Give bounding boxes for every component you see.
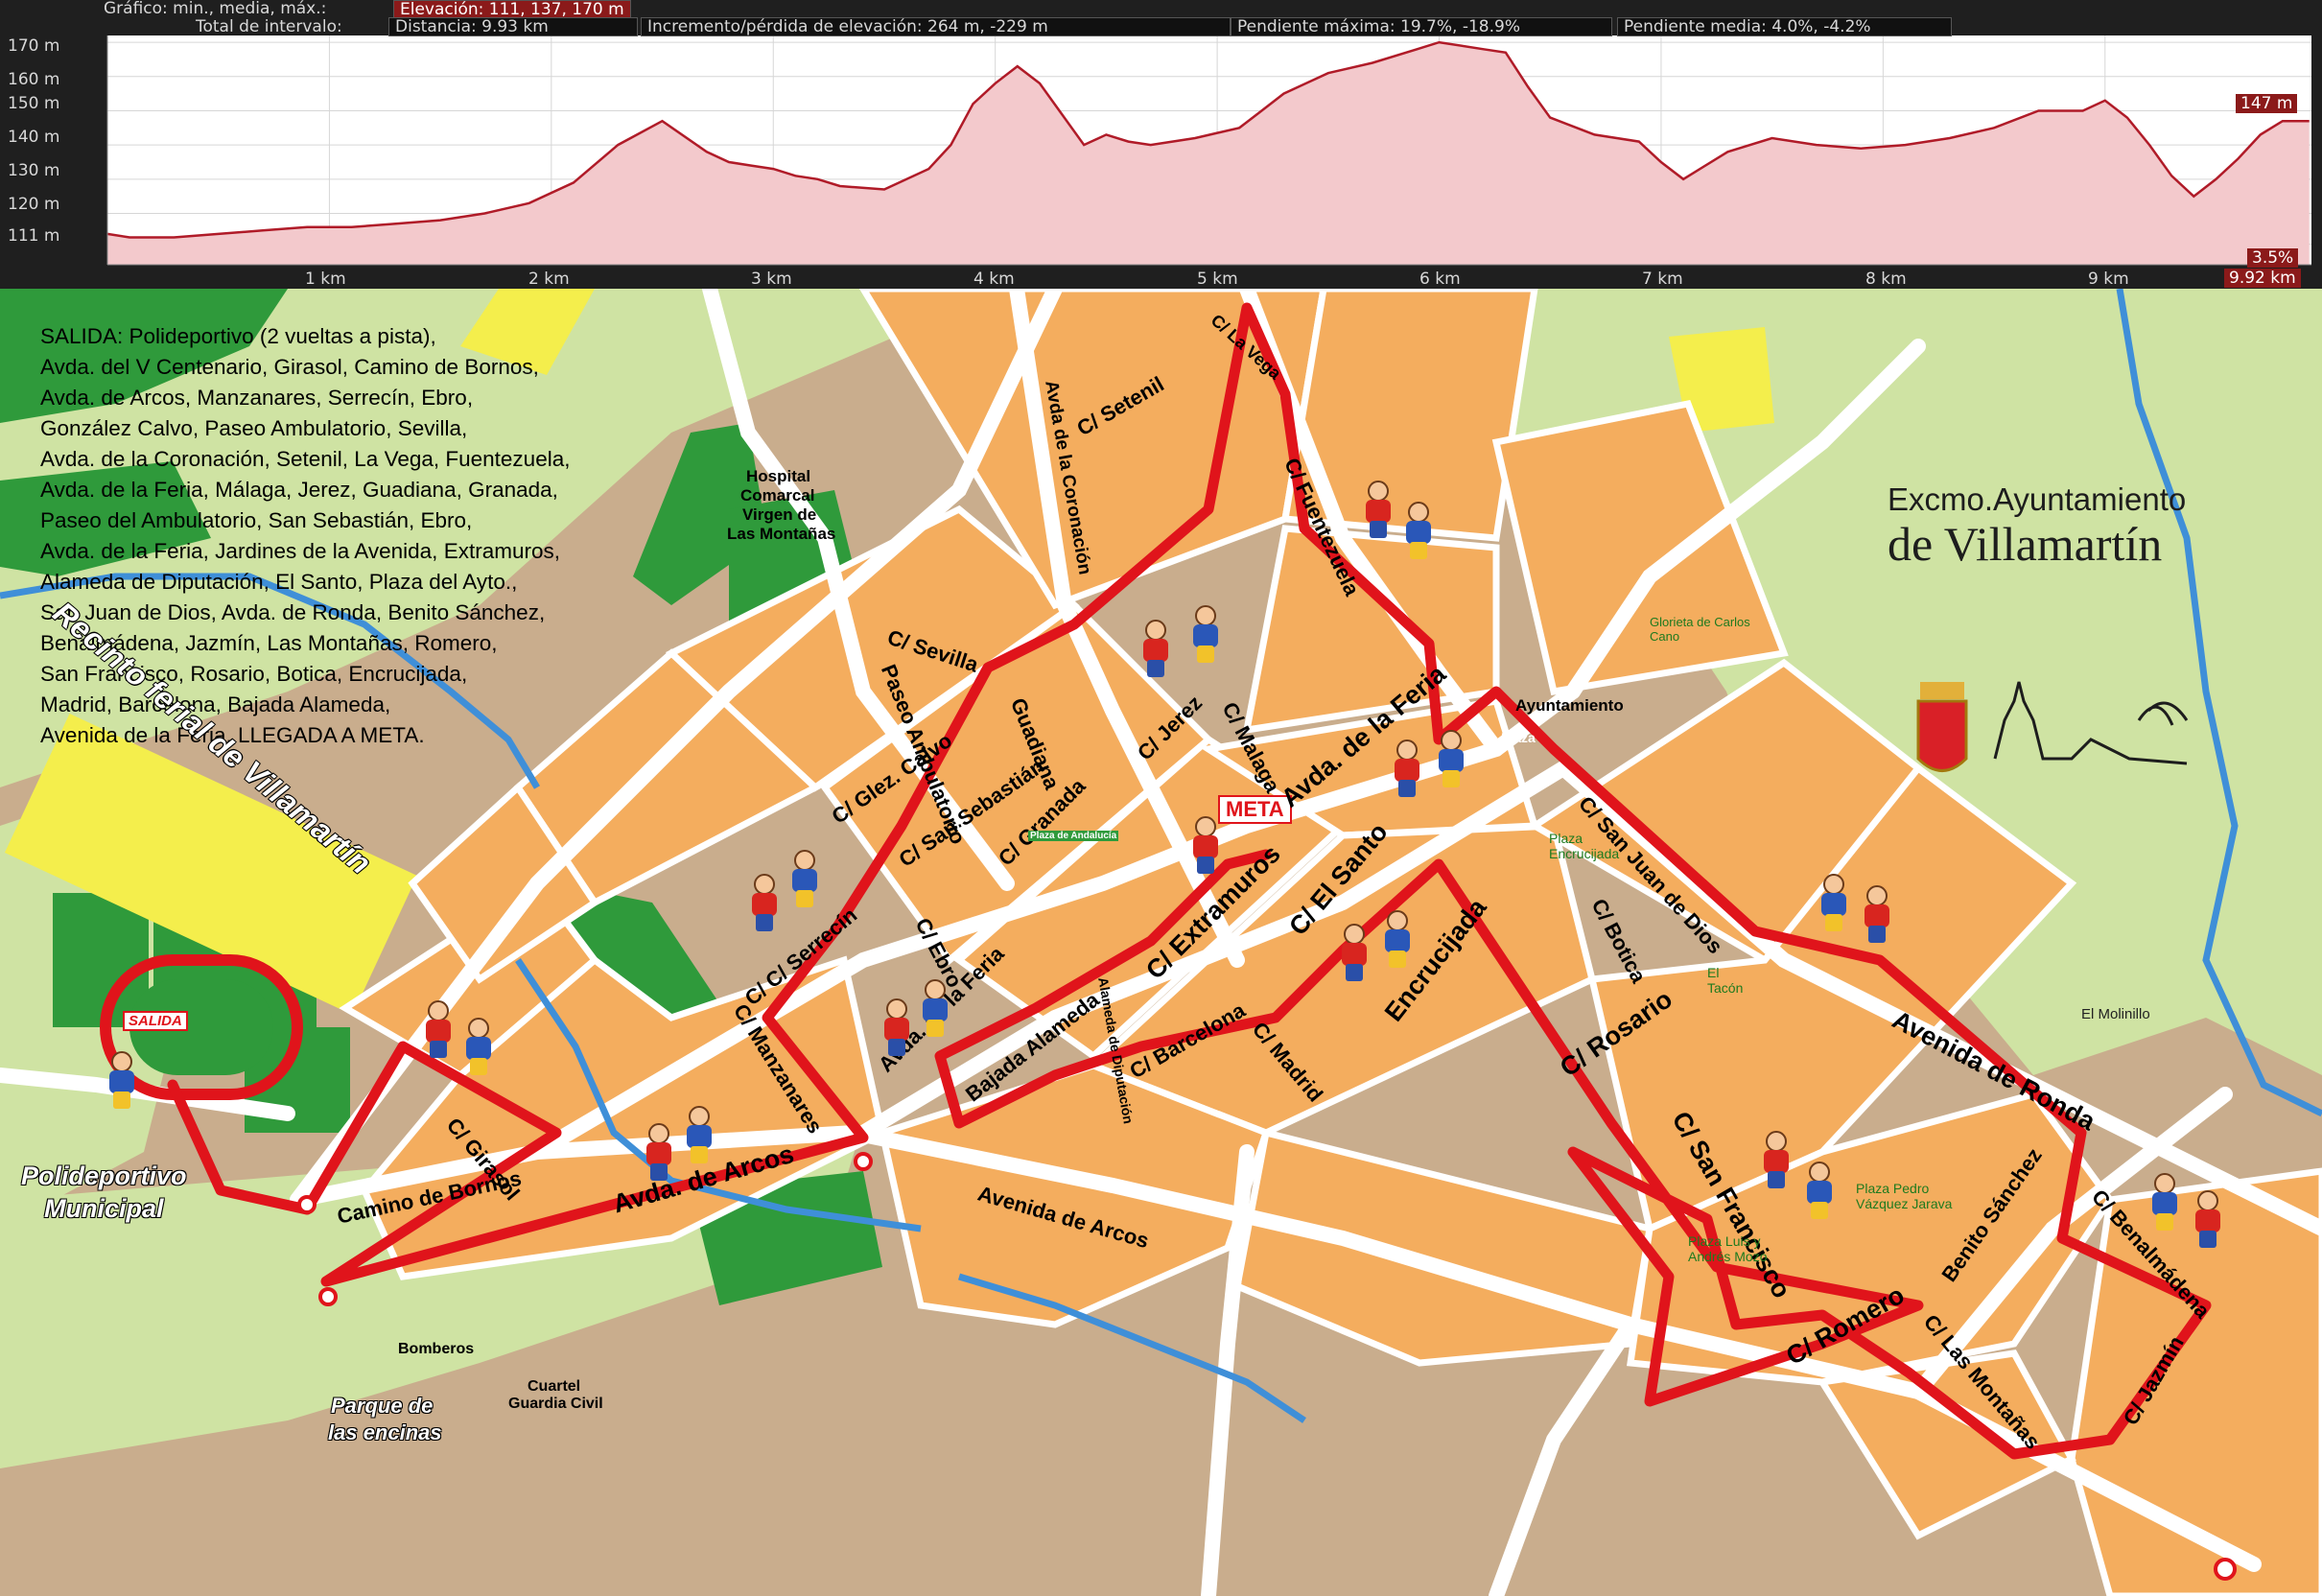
logo-line-2: de Villamartín [1888, 517, 2163, 571]
itinerary-line: Madrid, Barcelona, Bajada Alameda, [40, 692, 391, 716]
itinerary-line: Avda. de la Coronación, Setenil, La Vega… [40, 447, 571, 471]
interval-label: Total de intervalo: [196, 17, 342, 36]
itinerary-line: Alameda de Diputación, El Santo, Plaza d… [40, 570, 518, 594]
y-tick-140: 140 m [8, 128, 60, 147]
y-tick-120: 120 m [8, 195, 60, 214]
elevation-stats: Elevación: 111, 137, 170 m [393, 0, 631, 19]
runner-figure [2148, 1173, 2181, 1232]
current-slope-badge: 3.5% [2247, 248, 2299, 268]
itinerary-line: Avda. de la Feria, Málaga, Jerez, Guadia… [40, 478, 558, 502]
y-tick-111: 111 m [8, 226, 60, 246]
elevation-chart [106, 35, 2311, 266]
ayuntamiento-label: Ayuntamiento [1515, 696, 1624, 715]
runner-figure [422, 1000, 455, 1060]
town-map: SALIDA: Polideportivo (2 vueltas a pista… [0, 289, 2322, 1596]
y-tick-150: 150 m [8, 94, 60, 113]
runner-figure [788, 850, 821, 909]
runner-figure [1381, 910, 1414, 970]
runner-figure [1861, 885, 1893, 945]
itinerary-line: SALIDA: Polideportivo (2 vueltas a pista… [40, 324, 436, 348]
x-tick-1: 1 km [305, 270, 346, 289]
salida-sign: SALIDA [123, 1011, 188, 1031]
runner-figure [1391, 739, 1423, 799]
polideportivo-label: Polideportivo [21, 1162, 187, 1190]
runner-figure [748, 874, 781, 933]
elevation-profile: Gráfico: min., media, máx.: Elevación: 1… [0, 0, 2322, 289]
avg-slope-stat: Pendiente media: 4.0%, -4.2% [1617, 17, 1952, 36]
gain-loss-stat: Incremento/pérdida de elevación: 264 m, … [641, 17, 1231, 36]
logo-line-1: Excmo.Ayuntamiento [1888, 481, 2187, 517]
max-slope-stat: Pendiente máxima: 19.7%, -18.9% [1231, 17, 1612, 36]
plaza-label: Plaza [1501, 730, 1536, 745]
runner-figure [106, 1051, 138, 1111]
plaza-luis-label: Plaza Luis y Andrés Mozo [1688, 1233, 1768, 1264]
x-tick-2: 2 km [528, 270, 570, 289]
x-tick-7: 7 km [1642, 270, 1683, 289]
runner-figure [1818, 874, 1850, 933]
itinerary-line: Paseo del Ambulatorio, San Sebastián, Eb… [40, 508, 473, 532]
itinerary-line: Avda. del V Centenario, Girasol, Camino … [40, 355, 539, 379]
x-tick-8: 8 km [1865, 270, 1907, 289]
runner-figure [1189, 605, 1222, 665]
x-tick-9: 9 km [2088, 270, 2129, 289]
x-tick-3: 3 km [751, 270, 792, 289]
hospital-label-1: Hospital [746, 467, 811, 485]
current-elevation-badge: 147 m [2236, 94, 2298, 113]
itinerary-line: González Calvo, Paseo Ambulatorio, Sevil… [40, 416, 468, 440]
runner-figure [643, 1123, 675, 1183]
y-tick-170: 170 m [8, 36, 60, 56]
bomberos-label: Bomberos [398, 1341, 475, 1357]
route-map-page: Gráfico: min., media, máx.: Elevación: 1… [0, 0, 2322, 1596]
runner-figure [2192, 1190, 2224, 1250]
plaza-andalucia-label: Plaza de Andalucía [1028, 831, 1119, 841]
runner-figure [683, 1106, 715, 1165]
plaza-encrucijada-label: Plaza Encrucijada [1549, 831, 1620, 861]
runner-figure [1338, 924, 1371, 983]
cuartel-label-1: Cuartel [528, 1378, 581, 1395]
x-tick-5: 5 km [1197, 270, 1238, 289]
runner-figure [919, 979, 951, 1039]
hospital-label-3: Virgen de [742, 505, 817, 524]
x-tick-4: 4 km [973, 270, 1015, 289]
runner-figure [880, 998, 913, 1058]
runner-figure [1139, 620, 1172, 679]
municipal-label: Municipal [44, 1194, 164, 1223]
distance-stat: Distancia: 9.93 km [388, 17, 638, 36]
molinillo-label: El Molinillo [2081, 1006, 2150, 1022]
graph-label: Gráfico: min., media, máx.: [104, 0, 327, 18]
itinerary-line: Avda. de Arcos, Manzanares, Serrecín, Eb… [40, 386, 474, 410]
plaza-pedro-label: Plaza Pedro Vázquez Jarava [1856, 1181, 1953, 1211]
x-tick-6: 6 km [1419, 270, 1461, 289]
hospital-label-4: Las Montañas [727, 525, 836, 543]
town-council-logo: Excmo.Ayuntamiento de Villamartín [1888, 384, 2204, 575]
runner-figure [462, 1018, 495, 1077]
y-tick-130: 130 m [8, 161, 60, 180]
cuartel-label-2: Guardia Civil [508, 1396, 603, 1412]
y-tick-160: 160 m [8, 70, 60, 89]
runner-figure [1402, 502, 1435, 561]
runner-figure [1435, 730, 1467, 789]
hospital-label-2: Comarcal [740, 486, 815, 505]
runner-figure [1362, 481, 1395, 540]
runner-figure [1760, 1131, 1793, 1190]
itinerary-line: Avda. de la Feria, Jardines de la Avenid… [40, 539, 560, 563]
parque-label-2: las encinas [328, 1420, 442, 1444]
el-tacon-label: El Tacón [1707, 965, 1744, 996]
glorieta-label: Glorieta de Carlos Cano [1650, 615, 1750, 644]
current-distance-badge: 9.92 km [2224, 269, 2301, 288]
runner-figure [1803, 1162, 1836, 1221]
parque-label-1: Parque de [331, 1394, 434, 1418]
meta-sign: META [1218, 795, 1292, 824]
itinerary-line: Avenida de la Feria, LLEGADA A META. [40, 723, 425, 747]
runner-figure [1189, 816, 1222, 876]
itinerary-line: San Juan de Dios, Avda. de Ronda, Benito… [40, 600, 546, 624]
coat-of-arms-icon [1916, 682, 1968, 772]
